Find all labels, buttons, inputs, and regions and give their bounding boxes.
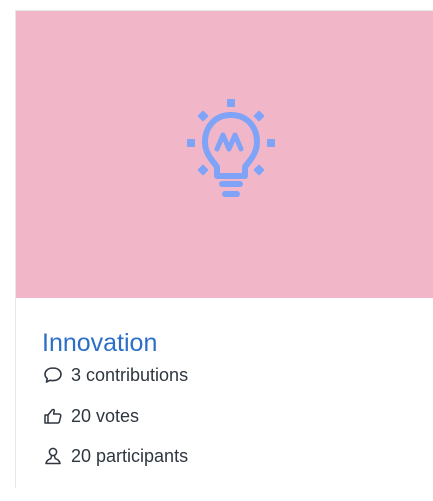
card-title[interactable]: Innovation (42, 329, 157, 357)
participants-label: 20 participants (71, 445, 189, 466)
person-icon (45, 447, 61, 465)
challenge-card[interactable]: Innovation 3 contributions 20 votes 20 p… (15, 10, 433, 488)
card-body: Innovation 3 contributions 20 votes 20 p… (16, 298, 433, 488)
contributions-label: 3 contributions (71, 364, 189, 385)
contributions-stat: 3 contributions (43, 362, 188, 388)
lightbulb-icon (187, 99, 275, 197)
comment-icon (44, 367, 62, 383)
thumbs-up-icon (44, 408, 62, 424)
votes-stat: 20 votes (43, 403, 139, 429)
participants-stat: 20 participants (43, 443, 188, 469)
card-hero-image (16, 11, 433, 298)
votes-label: 20 votes (71, 405, 140, 426)
